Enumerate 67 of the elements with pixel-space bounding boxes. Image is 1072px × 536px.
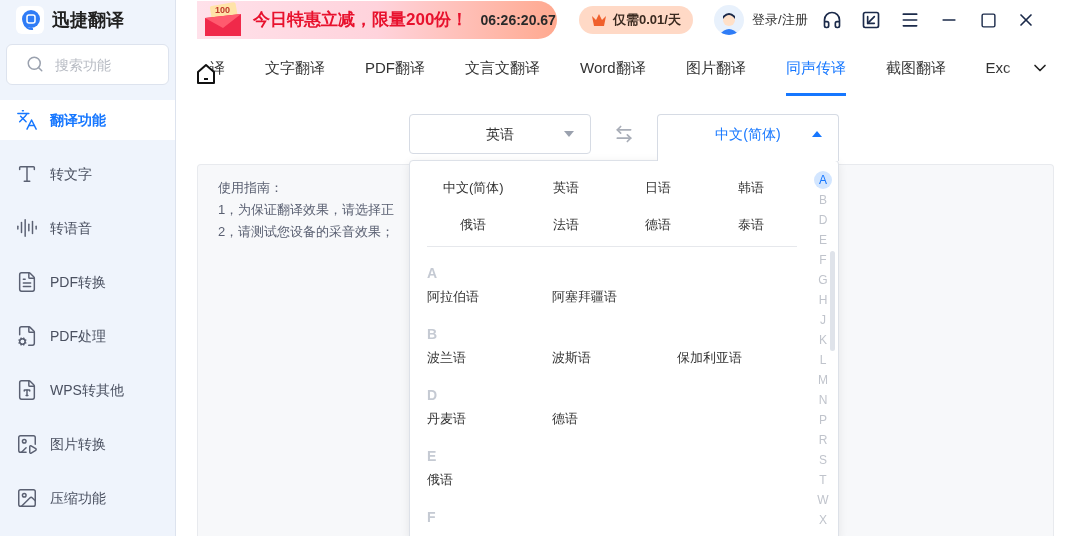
tab[interactable]: Word翻译: [580, 40, 646, 96]
headphones-icon[interactable]: [821, 10, 842, 30]
language-option[interactable]: 英语: [519, 177, 612, 199]
section-letter: B: [427, 325, 439, 344]
section-letter: D: [427, 386, 439, 405]
shrink-window-icon[interactable]: [860, 10, 881, 30]
countdown-timer: 06:26:20.67: [480, 10, 556, 30]
language-option[interactable]: 日语: [612, 177, 705, 199]
maximize-icon[interactable]: [979, 11, 997, 29]
image-icon: [16, 433, 38, 455]
search-field[interactable]: 搜索功能: [6, 44, 169, 85]
document-gear-icon: [16, 325, 38, 347]
sidebar-item[interactable]: 翻译功能: [0, 100, 175, 140]
tab[interactable]: 同声传译: [785, 40, 846, 96]
target-language-select[interactable]: 中文(简体): [657, 114, 839, 161]
crown-icon: [591, 13, 607, 27]
document-icon: [16, 379, 38, 401]
language-option[interactable]: 韩语: [704, 177, 797, 199]
audio-icon: [16, 217, 38, 239]
sidebar-item[interactable]: PDF处理: [0, 316, 175, 356]
guide-title: 使用指南：: [218, 179, 283, 197]
language-option[interactable]: 丹麦语: [427, 409, 552, 429]
language-option[interactable]: 德语: [552, 409, 677, 429]
tab[interactable]: PDF翻译: [365, 40, 425, 96]
login-link[interactable]: 登录/注册: [751, 10, 808, 30]
section-letter: F: [427, 508, 437, 527]
language-option[interactable]: 俄语: [427, 470, 552, 490]
scrollbar[interactable]: [830, 251, 835, 351]
language-option[interactable]: 波兰语: [427, 348, 552, 368]
section-letter: E: [427, 447, 438, 466]
guide-text: 2，请测试您设备的采音效果；: [218, 223, 395, 241]
promo-banner[interactable]: 100 今日特惠立减，限量200份！ 06:26:20.67: [197, 1, 557, 39]
tab[interactable]: 文字翻译: [265, 40, 325, 96]
sidebar-item[interactable]: PDF转换: [0, 262, 175, 302]
translate-icon: [16, 109, 38, 131]
sidebar-item[interactable]: WPS转其他: [0, 370, 175, 410]
language-option[interactable]: 泰语: [704, 214, 797, 236]
image-icon: [16, 487, 38, 509]
vip-offer-button[interactable]: 仅需0.01/天: [579, 6, 693, 34]
avatar-icon[interactable]: [713, 5, 744, 35]
language-option[interactable]: 中文(简体): [427, 177, 520, 199]
text-icon: [16, 163, 38, 185]
search-icon: [26, 55, 44, 73]
sidebar-item[interactable]: 图片转换: [0, 424, 175, 464]
language-option[interactable]: 波斯语: [552, 348, 677, 368]
tab[interactable]: 图片翻译: [685, 40, 746, 96]
language-option[interactable]: 俄语: [427, 214, 520, 236]
sidebar-item[interactable]: 转语音: [0, 208, 175, 248]
app-logo-icon: [16, 6, 44, 34]
language-option[interactable]: 阿拉伯语: [427, 287, 552, 307]
language-option[interactable]: 阿塞拜疆语: [552, 287, 677, 307]
tab[interactable]: 文言文翻译: [465, 40, 540, 96]
promo-text: 今日特惠立减，限量200份！: [253, 9, 469, 32]
app-name: 迅捷翻译: [52, 8, 124, 32]
sidebar-item[interactable]: 压缩功能: [0, 478, 175, 518]
tab[interactable]: 截图翻译: [885, 40, 946, 96]
language-option[interactable]: 保加利亚语: [677, 348, 802, 368]
sidebar-item[interactable]: 转文字: [0, 154, 175, 194]
language-option[interactable]: 德语: [612, 214, 705, 236]
tab[interactable]: Exc: [985, 40, 1011, 96]
source-language-select[interactable]: 英语: [409, 114, 591, 154]
guide-text: 1，为保证翻译效果，请选择正: [218, 201, 395, 219]
section-letter: A: [427, 264, 439, 283]
envelope-label: 100: [215, 4, 231, 17]
caret-icon: [812, 131, 822, 137]
document-icon: [16, 271, 38, 293]
language-option[interactable]: 法语: [519, 214, 612, 236]
